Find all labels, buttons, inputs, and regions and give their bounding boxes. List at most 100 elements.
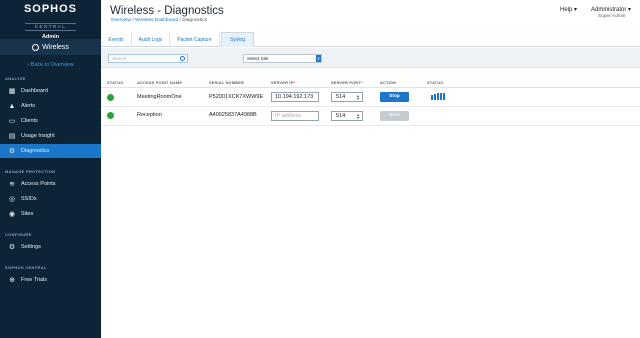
search-placeholder: Search bbox=[112, 56, 127, 61]
sidebar-item-label: Access Points bbox=[21, 181, 56, 187]
online-status-icon bbox=[107, 112, 114, 119]
sidebar-item-settings[interactable]: ⚙ Settings bbox=[0, 240, 101, 254]
sidebar-item-free-trials[interactable]: ⊕ Free Trials bbox=[0, 273, 101, 287]
section-manage-protection: MANAGE PROTECTION bbox=[5, 169, 56, 174]
sophos-logo[interactable]: SOPHOS CENTRAL Admin bbox=[0, 0, 101, 40]
clients-icon: ▭ bbox=[8, 118, 16, 125]
section-sophos-central: SOPHOS CENTRAL bbox=[5, 265, 47, 270]
stepper-icon: ▴ ▾ bbox=[356, 93, 359, 101]
help-menu[interactable]: Help ▾ bbox=[560, 6, 577, 13]
brand-sub: CENTRAL bbox=[24, 23, 77, 31]
ap-name: MeetingRoomOne bbox=[137, 94, 182, 100]
product-header: Wireless bbox=[0, 39, 101, 55]
tab-bar: Events Audit Logs Packet Capture Syslog bbox=[101, 32, 640, 47]
site-select-value: Select Site bbox=[247, 56, 269, 61]
sidebar: SOPHOS CENTRAL Admin Wireless ‹ Back to … bbox=[0, 0, 101, 338]
select-caret-icon: ⇕ bbox=[316, 55, 321, 62]
user-name: Administrator bbox=[591, 7, 627, 13]
start-button[interactable]: Start bbox=[380, 111, 409, 121]
signal-bars-icon bbox=[431, 93, 445, 100]
section-analyze: ANALYZE bbox=[5, 76, 26, 81]
col-action: ACTION bbox=[380, 80, 397, 85]
wireless-icon bbox=[32, 43, 40, 51]
sidebar-item-usage-insight[interactable]: ▤ Usage Insight bbox=[0, 129, 101, 143]
server-port-select[interactable]: 514 ▴ ▾ bbox=[331, 111, 363, 121]
tab-packet-capture[interactable]: Packet Capture bbox=[170, 32, 220, 47]
sidebar-item-alerts[interactable]: ▲ Alerts bbox=[0, 99, 101, 113]
dashboard-icon: ▦ bbox=[8, 88, 16, 95]
product-name: Wireless bbox=[42, 43, 69, 51]
tab-syslog[interactable]: Syslog bbox=[221, 32, 254, 47]
server-port-value: 514 bbox=[336, 94, 346, 100]
col-server-port-label: SERVER PORT bbox=[331, 80, 362, 85]
signal-bar bbox=[437, 93, 439, 100]
col-server-ip: SERVER IP* bbox=[271, 80, 295, 85]
sidebar-item-ssids[interactable]: ◎ SSIDs bbox=[0, 192, 101, 206]
table-row: MeetingRoomOne P52001XCK7XWW9E 10.194.19… bbox=[101, 88, 640, 107]
sidebar-item-label: Clients bbox=[21, 118, 38, 124]
alert-icon: ▲ bbox=[8, 102, 16, 110]
filter-bar: Search Select Site ⇕ bbox=[101, 48, 640, 68]
wifi-icon: ≋ bbox=[9, 181, 15, 188]
sidebar-item-diagnostics[interactable]: ⚙ Diagnostics bbox=[0, 144, 101, 158]
col-server-port: SERVER PORT* bbox=[331, 80, 363, 85]
signal-bar bbox=[443, 93, 445, 100]
site-select[interactable]: Select Site ⇕ bbox=[243, 54, 322, 63]
sidebar-item-sites[interactable]: ◉ Sites bbox=[0, 207, 101, 221]
sidebar-item-label: Free Trials bbox=[21, 277, 47, 283]
page-title: Wireless - Diagnostics bbox=[110, 5, 224, 17]
caret-down-icon: ▾ bbox=[628, 7, 632, 13]
tab-events[interactable]: Events bbox=[101, 32, 132, 47]
col-status: STATUS bbox=[107, 80, 124, 85]
col-ap-name: ACCESS POINT NAME bbox=[137, 80, 183, 85]
col-server-ip-label: SERVER IP bbox=[271, 80, 294, 85]
back-to-overview-link[interactable]: ‹ Back to Overview bbox=[0, 62, 101, 68]
signal-bar bbox=[431, 95, 433, 100]
search-icon[interactable] bbox=[180, 56, 185, 61]
required-mark: * bbox=[361, 80, 363, 85]
document-icon: ▤ bbox=[8, 133, 16, 140]
ap-name: Reception bbox=[137, 112, 162, 118]
serial-number: A40025837A4988B bbox=[209, 112, 257, 118]
sidebar-item-label: Alerts bbox=[21, 103, 36, 109]
section-configure: CONFIGURE bbox=[5, 232, 32, 237]
server-ip-input[interactable]: 10.194.192.173 bbox=[271, 92, 319, 102]
gear-icon: ⚙ bbox=[8, 244, 16, 251]
help-label: Help bbox=[560, 7, 573, 13]
table-row: Reception A40025837A4988B IP address 514… bbox=[101, 107, 640, 126]
breadcrumb-current: Diagnostics bbox=[182, 18, 208, 23]
sidebar-item-label: Diagnostics bbox=[21, 148, 50, 154]
plus-icon: ⊕ bbox=[9, 277, 15, 284]
sites-icon: ◉ bbox=[8, 211, 16, 218]
chevron-left-icon: ‹ bbox=[27, 62, 30, 68]
sidebar-item-label: Dashboard bbox=[21, 88, 48, 94]
sidebar-item-label: Usage Insight bbox=[21, 133, 55, 139]
breadcrumb-wireless-dashboard[interactable]: Wireless Dashboard bbox=[135, 18, 178, 23]
server-ip-input[interactable]: IP address bbox=[271, 111, 319, 121]
sidebar-item-access-points[interactable]: ≋ Access Points bbox=[0, 177, 101, 191]
user-role: Super Admin bbox=[598, 14, 626, 19]
online-status-icon bbox=[107, 94, 114, 101]
signal-bar bbox=[440, 93, 442, 100]
sidebar-item-label: Settings bbox=[21, 244, 41, 250]
tab-audit-logs[interactable]: Audit Logs bbox=[132, 32, 170, 47]
col-serial: SERIAL NUMBER bbox=[209, 80, 244, 85]
server-port-value: 514 bbox=[336, 113, 346, 119]
sidebar-item-clients[interactable]: ▭ Clients bbox=[0, 114, 101, 128]
signal-bar bbox=[434, 94, 436, 100]
back-label: Back to Overview bbox=[30, 62, 74, 68]
sidebar-item-label: SSIDs bbox=[21, 196, 37, 202]
breadcrumb-overview[interactable]: Overview bbox=[111, 18, 131, 23]
breadcrumb: Overview / Wireless Dashboard / Diagnost… bbox=[111, 18, 207, 23]
sidebar-item-dashboard[interactable]: ▦ Dashboard bbox=[0, 84, 101, 98]
brand-name: SOPHOS bbox=[23, 3, 78, 15]
user-menu[interactable]: Administrator ▾ bbox=[591, 6, 631, 13]
ssid-icon: ◎ bbox=[8, 196, 16, 203]
required-mark: * bbox=[293, 80, 296, 85]
serial-number: P52001XCK7XWW9E bbox=[209, 94, 264, 100]
stop-button[interactable]: Stop bbox=[380, 92, 409, 102]
search-input[interactable]: Search bbox=[108, 54, 188, 63]
stepper-icon: ▴ ▾ bbox=[356, 112, 359, 120]
caret-down-icon: ▾ bbox=[574, 7, 578, 13]
server-port-select[interactable]: 514 ▴ ▾ bbox=[331, 92, 363, 102]
